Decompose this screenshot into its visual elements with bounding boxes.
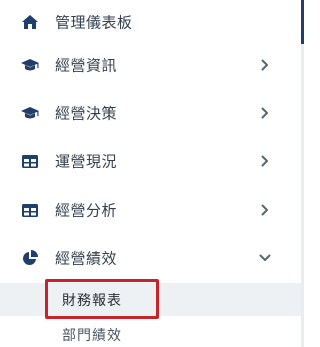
chevron-right-icon <box>259 204 271 216</box>
sidebar-item-label: 經營分析 <box>55 201 118 220</box>
sidebar-item-business-analysis[interactable]: 經營分析 <box>0 188 301 232</box>
sidebar-item-operations-status[interactable]: 運營現況 <box>0 139 301 183</box>
table-icon <box>21 202 39 218</box>
graduation-cap-icon <box>21 57 39 73</box>
home-icon <box>21 14 39 30</box>
chevron-right-icon <box>259 155 271 167</box>
sidebar-item-label: 經營績效 <box>55 249 118 268</box>
chevron-down-icon <box>259 252 271 264</box>
scrollbar-thumb[interactable] <box>301 0 304 44</box>
sidebar-item-business-info[interactable]: 經營資訊 <box>0 43 301 87</box>
sidebar-item-business-decisions[interactable]: 經營決策 <box>0 91 301 135</box>
sidebar-item-label: 經營決策 <box>55 104 118 123</box>
sidebar-item-label: 管理儀表板 <box>55 13 133 32</box>
sidebar-item-business-performance[interactable]: 經營績效 <box>0 236 301 280</box>
sidebar-item-label: 經營資訊 <box>55 56 118 75</box>
submenu-item-department-performance[interactable]: 部門績效 <box>0 318 301 347</box>
chevron-right-icon <box>259 107 271 119</box>
chevron-right-icon <box>259 59 271 71</box>
table-icon <box>21 153 39 169</box>
graduation-cap-icon <box>21 105 39 121</box>
submenu-item-label: 部門績效 <box>62 327 122 344</box>
sidebar-item-dashboard[interactable]: 管理儀表板 <box>0 0 301 44</box>
highlight-box <box>45 279 159 319</box>
scrollbar-track[interactable] <box>301 0 304 347</box>
pie-chart-icon <box>21 250 39 266</box>
sidebar-menu: 管理儀表板 經營資訊 經營決策 運營現況 經營分析 經營績效 財務報表 部門績效 <box>0 0 304 347</box>
sidebar-item-label: 運營現況 <box>55 152 118 171</box>
